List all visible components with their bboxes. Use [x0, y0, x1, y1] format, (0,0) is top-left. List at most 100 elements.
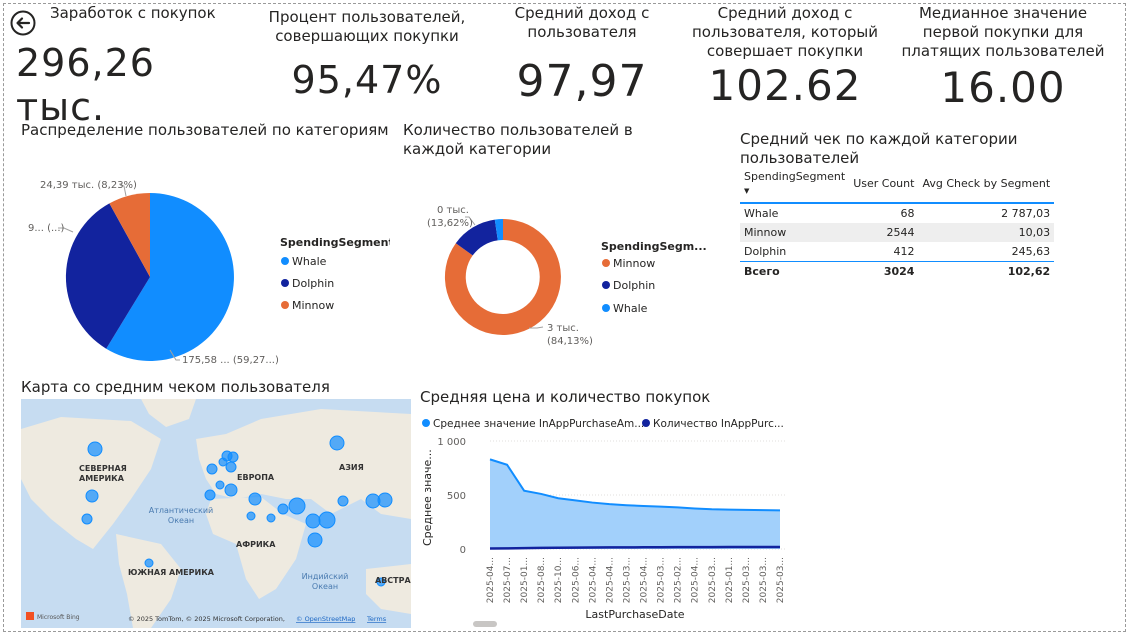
legend-marker-avg	[422, 419, 430, 427]
table-row[interactable]: Whale 68 2 787,03	[740, 203, 1054, 223]
y-tick-label: 500	[447, 491, 466, 502]
terms-link[interactable]: Terms	[366, 615, 387, 623]
map-canvas: СЕВЕРНАЯ АМЕРИКА ЕВРОПА АЗИЯ АФРИКА ЮЖНА…	[21, 399, 411, 628]
land-north-america	[21, 417, 161, 549]
kpi-arpu-card: Средний доход с пользователя 97,97	[492, 4, 672, 107]
kpi-label: Заработок с покупок	[50, 4, 216, 22]
map-bubble[interactable]	[248, 492, 262, 506]
kpi-label: Средний доход с пользователя, который со…	[692, 4, 878, 60]
table-cell: 2544	[849, 223, 919, 242]
map-bubble[interactable]	[337, 495, 349, 507]
kpi-arppu-card: Средний доход с пользователя, который со…	[690, 4, 880, 110]
map-label-indian: Индийский	[302, 572, 349, 581]
donut-legend-whale[interactable]: Whale	[613, 302, 648, 315]
table-cell: 245,63	[1011, 245, 1051, 258]
column-header-segment[interactable]: SpendingSegment ▼	[740, 168, 850, 204]
legend-marker-minnow	[281, 301, 289, 309]
map-bubble[interactable]	[204, 489, 216, 501]
table-cell: 10,03	[918, 223, 1055, 242]
kpi-value: 296,26 тыс.	[16, 41, 155, 129]
map-bubble[interactable]	[329, 435, 345, 451]
osm-link[interactable]: © OpenStreetMap	[296, 615, 355, 623]
map-label-indian-2: Океан	[312, 582, 338, 591]
x-tick-label: 2025-01...	[520, 557, 530, 603]
map-bubble[interactable]	[81, 513, 93, 525]
map-bubble[interactable]	[227, 451, 239, 463]
donut-legend-title: SpendingSegm...	[601, 240, 707, 253]
kpi-label: Средний доход с пользователя	[514, 4, 650, 41]
map-label-south-america: ЮЖНАЯ АМЕРИКА	[128, 568, 215, 577]
pie-chart[interactable]: 24,39 тыс. (8,23%) 9... (...) 175,58 ...…	[20, 170, 390, 370]
pie-title: Распределение пользователей по категория…	[21, 121, 389, 139]
map-bubble[interactable]	[225, 461, 237, 473]
pie-label-minnow: 24,39 тыс. (8,23%)	[40, 180, 137, 191]
kpi-paying-percent-card: Процент пользователей, совершающих покуп…	[262, 8, 472, 102]
map-bubble[interactable]	[246, 511, 256, 521]
pie-legend-dolphin[interactable]: Dolphin	[292, 277, 334, 290]
table-row[interactable]: Minnow 2544 10,03	[740, 223, 1055, 242]
x-axis-label: LastPurchaseDate	[585, 608, 684, 621]
donut-title: Количество пользователей в каждой катего…	[403, 121, 633, 158]
x-tick-label: 2025-03...	[742, 557, 752, 603]
kpi-label: Процент пользователей, совершающих покуп…	[268, 8, 466, 45]
segment-table: SpendingSegment ▼ User Count Avg Check by…	[740, 168, 1055, 281]
map-copyright: © 2025 TomTom, © 2025 Microsoft Corporat…	[128, 615, 285, 623]
map-label-atlantic: Атлантический	[149, 506, 214, 515]
x-tick-label: 2025-02...	[674, 557, 684, 603]
kpi-median-first-purchase-card: Медианное значение первой покупки для пл…	[898, 4, 1108, 112]
map-bubble[interactable]	[85, 489, 99, 503]
area-chart[interactable]: Среднее значение InAppPurchaseAm... Коли…	[415, 408, 795, 630]
map-label-north-america-2: АМЕРИКА	[79, 474, 125, 483]
map-bubble[interactable]	[318, 511, 336, 529]
map-label-asia: АЗИЯ	[339, 463, 364, 472]
map-bubble[interactable]	[215, 480, 225, 490]
x-tick-label: 2025-03...	[622, 557, 632, 603]
column-header-avg-check[interactable]: Avg Check by Segment	[918, 168, 1055, 204]
series-avg-area[interactable]	[490, 459, 780, 549]
kpi-value: 97,97	[516, 56, 648, 107]
sort-desc-icon: ▼	[744, 187, 750, 195]
donut-label-dolphin-value: 0 тыс.	[437, 205, 469, 216]
legend-marker-dolphin	[281, 279, 289, 287]
area-chart-title: Средняя цена и количество покупок	[420, 388, 711, 406]
land-greenland	[141, 399, 196, 427]
table-cell: Whale	[744, 207, 779, 220]
map-label-africa: АФРИКА	[236, 540, 276, 549]
area-legend-count[interactable]: Количество InAppPurc...	[653, 418, 784, 430]
horizontal-scrollbar[interactable]	[473, 621, 497, 627]
map-bubble[interactable]	[87, 441, 103, 457]
bing-label: Microsoft Bing	[37, 614, 80, 621]
map-bubble[interactable]	[277, 503, 289, 515]
table-cell: 2 787,03	[1001, 207, 1051, 220]
map-bubble[interactable]	[266, 513, 276, 523]
x-tick-label: 2025-06...	[571, 557, 581, 603]
donut-legend-minnow[interactable]: Minnow	[613, 257, 655, 270]
series-count-line[interactable]	[489, 545, 780, 550]
bing-logo-icon	[26, 612, 34, 620]
map-bubble[interactable]	[288, 497, 306, 515]
column-header-user-count[interactable]: User Count	[849, 168, 919, 204]
map-bubble[interactable]	[144, 558, 154, 568]
map-bubble[interactable]	[377, 492, 393, 508]
map-bubble[interactable]	[206, 463, 218, 475]
pie-label-dolphin: 9... (...)	[28, 223, 65, 234]
x-tick-label: 2025-07...	[503, 557, 513, 603]
table-row[interactable]: Dolphin 412 245,63	[740, 242, 1054, 262]
pie-legend-minnow[interactable]: Minnow	[292, 299, 334, 312]
map-bubble[interactable]	[307, 532, 323, 548]
map-bubble[interactable]	[224, 483, 238, 497]
x-tick-label: 2025-10...	[554, 557, 564, 603]
world-map[interactable]: СЕВЕРНАЯ АМЕРИКА ЕВРОПА АЗИЯ АФРИКА ЮЖНА…	[21, 399, 411, 628]
kpi-label: Медианное значение первой покупки для пл…	[901, 4, 1105, 60]
donut-label-minnow-value: 3 тыс.	[547, 323, 579, 334]
map-bubble[interactable]	[305, 513, 321, 529]
donut-chart[interactable]: 0 тыс. (13,62%) 3 тыс. (84,13%) Spending…	[403, 195, 723, 355]
donut-label-dolphin-pct: (13,62%)	[427, 218, 473, 229]
table-cell: Minnow	[740, 223, 850, 242]
x-tick-label: 2025-04...	[588, 557, 598, 603]
pie-label-whale: 175,58 ... (59,27...)	[182, 355, 279, 366]
area-legend-avg[interactable]: Среднее значение InAppPurchaseAm...	[433, 418, 644, 430]
donut-legend-dolphin[interactable]: Dolphin	[613, 279, 655, 292]
pie-legend-whale[interactable]: Whale	[292, 255, 327, 268]
map-label-north-america: СЕВЕРНАЯ	[79, 464, 127, 473]
